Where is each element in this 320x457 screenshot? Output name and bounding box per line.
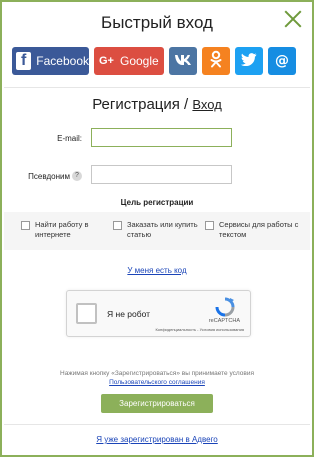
registration-modal: Быстрый вход f Facebook G+ Google @ Реги… — [0, 0, 314, 457]
recaptcha-brand: reCAPTCHA — [208, 318, 240, 324]
twitter-icon — [241, 52, 257, 70]
recaptcha-label: Я не робот — [107, 309, 151, 319]
social-login-row: f Facebook G+ Google @ — [12, 47, 302, 75]
registration-title: Регистрация — [92, 96, 180, 113]
recaptcha-terms[interactable]: Конфиденциальность - Условия использован… — [155, 327, 244, 332]
user-agreement-link[interactable]: Пользовательского соглашения — [2, 378, 312, 387]
facebook-icon: f — [16, 52, 32, 70]
odnoklassniki-icon — [209, 50, 223, 72]
recaptcha-checkbox[interactable] — [76, 303, 97, 324]
agreement-text: Нажимая кнопку «Зарегистрироваться» вы п… — [60, 370, 254, 377]
vk-login-button[interactable] — [169, 47, 197, 75]
purpose-option-text-services[interactable]: Сервисы для работы с текстом — [205, 220, 305, 240]
modal-title: Быстрый вход — [101, 13, 213, 32]
checkbox[interactable] — [21, 221, 30, 230]
purpose-option-label: Найти работу в интернете — [35, 220, 89, 239]
mail-icon: @ — [275, 53, 289, 69]
facebook-label: Facebook — [36, 54, 89, 68]
registration-heading: Регистрация / Вход — [2, 96, 312, 113]
recaptcha-logo-icon — [215, 297, 235, 317]
already-registered-link[interactable]: Я уже зарегистрирован в Адвего — [2, 435, 312, 444]
help-icon[interactable]: ? — [72, 171, 82, 181]
agreement-notice: Нажимая кнопку «Зарегистрироваться» вы п… — [2, 369, 312, 387]
purpose-option-label: Заказать или купить статью — [127, 220, 198, 239]
close-icon[interactable] — [284, 10, 302, 28]
purpose-options: Найти работу в интернете Заказать или ку… — [4, 212, 310, 250]
checkbox[interactable] — [113, 221, 122, 230]
nickname-field[interactable] — [91, 165, 232, 184]
ok-login-button[interactable] — [202, 47, 230, 75]
purpose-option-label: Сервисы для работы с текстом — [219, 220, 299, 239]
email-label: E-mail: — [57, 134, 82, 143]
twitter-login-button[interactable] — [235, 47, 263, 75]
purpose-title: Цель регистрации — [120, 198, 194, 207]
nickname-label-row: Псевдоним ? — [20, 171, 82, 181]
register-button[interactable]: Зарегистрироваться — [101, 394, 213, 413]
mail-login-button[interactable]: @ — [268, 47, 296, 75]
google-plus-icon: G+ — [99, 55, 114, 67]
email-field[interactable] — [91, 128, 232, 147]
divider — [4, 424, 310, 425]
google-login-button[interactable]: G+ Google — [94, 47, 164, 75]
login-link[interactable]: Вход — [192, 97, 221, 112]
purpose-option-find-work[interactable]: Найти работу в интернете — [21, 220, 111, 240]
have-code-link[interactable]: У меня есть код — [2, 266, 312, 275]
title-separator: / — [184, 96, 189, 113]
vk-icon — [174, 52, 192, 70]
facebook-login-button[interactable]: f Facebook — [12, 47, 89, 75]
google-label: Google — [119, 54, 159, 68]
recaptcha-widget: Я не робот reCAPTCHA Конфиденциальность … — [66, 290, 251, 337]
divider — [4, 87, 310, 88]
nickname-label: Псевдоним — [28, 171, 70, 181]
checkbox[interactable] — [205, 221, 214, 230]
purpose-option-order-article[interactable]: Заказать или купить статью — [113, 220, 203, 240]
